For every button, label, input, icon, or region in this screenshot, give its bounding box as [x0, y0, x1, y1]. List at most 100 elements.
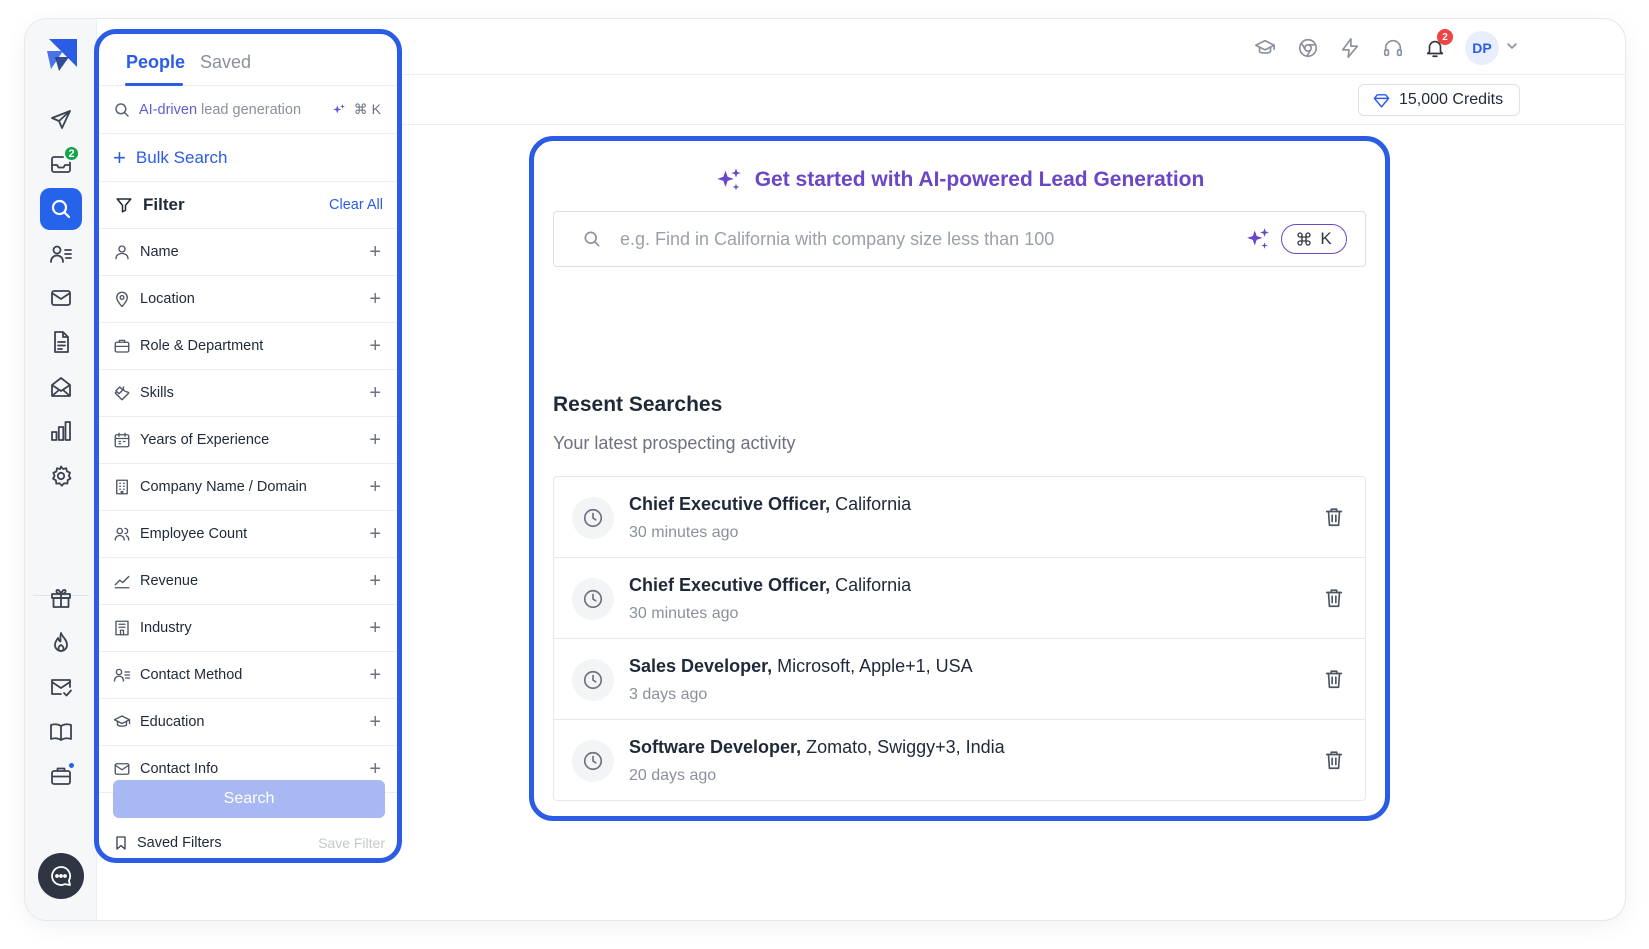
plus-icon[interactable]: +: [369, 430, 381, 450]
clear-all-link[interactable]: Clear All: [329, 197, 383, 213]
contacts-icon[interactable]: [40, 233, 82, 275]
plus-icon[interactable]: +: [369, 289, 381, 309]
filter-item[interactable]: Years of Experience +: [99, 417, 397, 464]
recent-search-time: 30 minutes ago: [629, 524, 739, 541]
recent-search-query: Chief Executive Officer, California: [629, 494, 911, 515]
filter-item[interactable]: Role & Department +: [99, 323, 397, 370]
credits-button[interactable]: 15,000 Credits: [1358, 84, 1520, 116]
panel-tabs: People Saved: [99, 34, 397, 86]
search-button[interactable]: Search: [113, 780, 385, 818]
mail-check-icon[interactable]: [40, 666, 82, 708]
recent-search-detail: Microsoft, Apple+1, USA: [772, 656, 973, 676]
trash-icon[interactable]: [1323, 506, 1345, 528]
filter-item-label: Employee Count: [140, 526, 248, 542]
bulk-search-label: Bulk Search: [135, 147, 228, 167]
left-rail: 2: [25, 19, 97, 920]
trash-icon[interactable]: [1323, 668, 1345, 690]
recent-search-time: 3 days ago: [629, 686, 708, 703]
filter-item[interactable]: Contact Method +: [99, 652, 397, 699]
ai-search-input[interactable]: e.g. Find in California with company siz…: [553, 211, 1366, 267]
user-icon: [115, 245, 129, 260]
bell-icon[interactable]: 2: [1424, 29, 1453, 59]
shortcut-badge[interactable]: K: [1281, 224, 1347, 254]
lead-search-input[interactable]: AI-driven lead generation ⌘ K: [99, 86, 397, 134]
recent-search-query: Sales Developer, Microsoft, Apple+1, USA: [629, 656, 973, 677]
briefcase-notification-dot: [67, 761, 76, 770]
filter-item[interactable]: Revenue +: [99, 558, 397, 605]
filter-item[interactable]: Industry +: [99, 605, 397, 652]
plus-icon[interactable]: +: [369, 336, 381, 356]
avatar[interactable]: DP: [1465, 31, 1499, 65]
mail-icon: [114, 763, 130, 775]
filter-item[interactable]: Employee Count +: [99, 511, 397, 558]
saved-filters-link[interactable]: Saved Filters: [137, 835, 222, 851]
document-icon[interactable]: [40, 321, 82, 363]
filter-item[interactable]: Skills +: [99, 370, 397, 417]
recent-search-time: 20 days ago: [629, 767, 717, 784]
gear-icon[interactable]: [40, 455, 82, 497]
bar-chart-icon[interactable]: [40, 410, 82, 452]
recent-searches-list: Chief Executive Officer, California 30 mi…: [553, 476, 1366, 801]
plus-icon[interactable]: +: [369, 242, 381, 262]
chrome-icon[interactable]: [1297, 37, 1319, 59]
filter-item-label: Skills: [140, 385, 174, 401]
plus-icon[interactable]: +: [369, 571, 381, 591]
recent-search-detail: California: [830, 575, 912, 595]
search-icon: [115, 102, 129, 117]
plus-icon[interactable]: +: [369, 477, 381, 497]
filter-item-label: Name: [140, 244, 179, 260]
filter-panel: People Saved AI-driven lead generation ⌘…: [94, 29, 402, 863]
filter-item[interactable]: Name +: [99, 229, 397, 276]
envelope-open-icon[interactable]: [40, 366, 82, 408]
shortcut-hint: ⌘ K: [332, 101, 381, 118]
graduation-cap-icon[interactable]: [1254, 37, 1276, 59]
gift-icon[interactable]: [40, 577, 82, 619]
filter-item[interactable]: Location +: [99, 276, 397, 323]
placeholder-rest: lead generation: [197, 101, 302, 118]
plus-icon[interactable]: +: [369, 665, 381, 685]
plus-icon[interactable]: +: [369, 524, 381, 544]
sparkle-icon: [332, 103, 345, 113]
save-filter-button[interactable]: Save Filter: [318, 835, 385, 851]
bulk-search-button[interactable]: + Bulk Search: [99, 134, 397, 182]
send-icon[interactable]: [40, 99, 82, 141]
lead-search-placeholder: AI-driven lead generation: [139, 102, 301, 118]
briefcase-icon[interactable]: [40, 755, 82, 797]
recent-search-item[interactable]: Chief Executive Officer, California 30 mi…: [554, 477, 1365, 558]
ai-lead-card: Get started with AI-powered Lead Generat…: [529, 136, 1390, 821]
chevron-down-icon[interactable]: [1505, 39, 1519, 53]
wrench-icon: [114, 386, 130, 401]
recent-search-item[interactable]: Software Developer, Zomato, Swiggy+3, In…: [554, 720, 1365, 800]
fire-icon[interactable]: [40, 622, 82, 664]
filter-item[interactable]: Company Name / Domain +: [99, 464, 397, 511]
filter-item-label: Industry: [140, 620, 192, 636]
headset-icon[interactable]: [1382, 37, 1404, 59]
shortcut-keys: ⌘ K: [353, 101, 381, 117]
filter-title: Filter: [143, 195, 185, 214]
plus-icon[interactable]: +: [369, 618, 381, 638]
search-icon[interactable]: [40, 188, 82, 230]
recent-search-detail: California: [830, 494, 912, 514]
trend-icon: [114, 575, 130, 589]
recent-search-item[interactable]: Sales Developer, Microsoft, Apple+1, USA…: [554, 639, 1365, 720]
inbox-icon[interactable]: 2: [40, 143, 82, 185]
lightning-icon[interactable]: [1339, 37, 1361, 59]
recent-search-query: Software Developer, Zomato, Swiggy+3, In…: [629, 737, 1005, 758]
recent-search-item[interactable]: Chief Executive Officer, California 30 mi…: [554, 558, 1365, 639]
book-icon[interactable]: [40, 711, 82, 753]
plus-icon[interactable]: +: [369, 712, 381, 732]
trash-icon[interactable]: [1323, 749, 1345, 771]
tab-saved[interactable]: Saved: [200, 52, 251, 73]
graduation-cap-icon: [113, 715, 131, 727]
mail-icon[interactable]: [40, 277, 82, 319]
plus-icon[interactable]: +: [369, 759, 381, 779]
chat-icon[interactable]: [38, 853, 84, 899]
contact-list-icon: [113, 668, 131, 682]
trash-icon[interactable]: [1323, 587, 1345, 609]
brand-logo[interactable]: [45, 37, 79, 71]
sparkle-icon[interactable]: [1245, 226, 1271, 252]
filter-item[interactable]: Education +: [99, 699, 397, 746]
recent-search-time: 30 minutes ago: [629, 605, 739, 622]
plus-icon[interactable]: +: [369, 383, 381, 403]
tab-people[interactable]: People: [126, 52, 185, 73]
